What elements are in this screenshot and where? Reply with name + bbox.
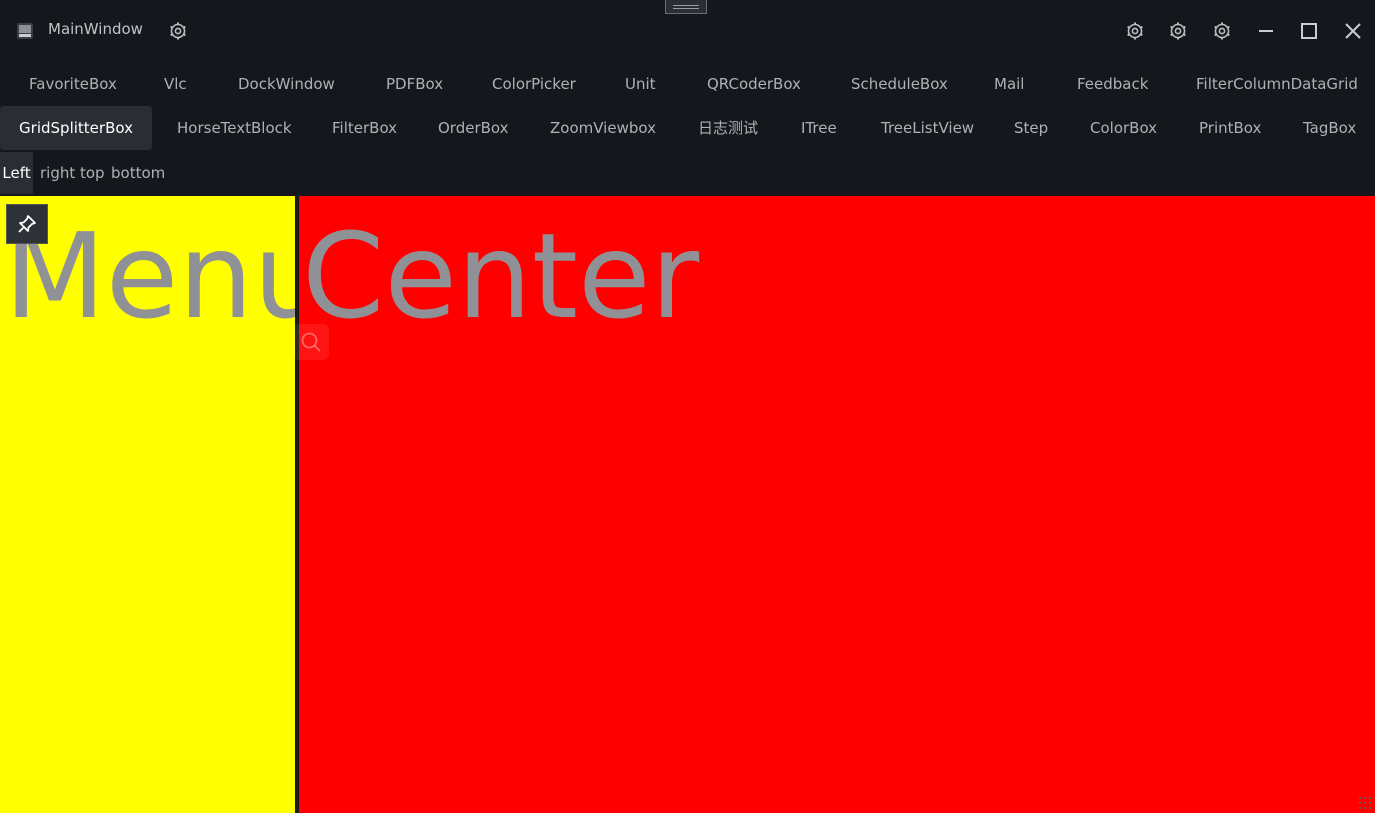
tab-colorbox[interactable]: ColorBox: [1090, 106, 1157, 150]
tab-filterbox[interactable]: FilterBox: [332, 106, 397, 150]
subtab-right[interactable]: right: [40, 152, 75, 194]
app-icon: [17, 23, 33, 39]
tab-vlc[interactable]: Vlc: [164, 62, 187, 106]
subtab-bottom[interactable]: bottom: [111, 152, 165, 194]
tab-schedulebox[interactable]: ScheduleBox: [851, 62, 948, 106]
tab-qrcoderbox[interactable]: QRCoderBox: [707, 62, 801, 106]
grid-splitter-content: Menu Center: [0, 196, 1375, 813]
tab-colorpicker[interactable]: ColorPicker: [492, 62, 576, 106]
search-button[interactable]: [293, 324, 329, 360]
tab-printbox[interactable]: PrintBox: [1199, 106, 1261, 150]
center-label: Center: [302, 207, 700, 345]
options-gear-icon[interactable]: [1211, 20, 1233, 42]
tab-orderbox[interactable]: OrderBox: [438, 106, 509, 150]
window-title: MainWindow: [48, 20, 143, 38]
subtab-left[interactable]: Left: [0, 152, 33, 194]
title-bar: MainWindow: [0, 0, 1375, 62]
color-gear-icon[interactable]: [1167, 20, 1189, 42]
tab-favoritebox[interactable]: FavoriteBox: [29, 62, 117, 106]
tab-feedback[interactable]: Feedback: [1077, 62, 1148, 106]
tab-row-2: GridSplitterBox HorseTextBlock FilterBox…: [0, 106, 1375, 150]
close-icon[interactable]: [1342, 20, 1364, 42]
tab-zoomviewbox[interactable]: ZoomViewbox: [550, 106, 656, 150]
tab-treelistview[interactable]: TreeListView: [881, 106, 974, 150]
tab-horsetextblock[interactable]: HorseTextBlock: [177, 106, 292, 150]
drag-handle[interactable]: [665, 0, 707, 14]
tab-tagbox[interactable]: TagBox: [1303, 106, 1356, 150]
resize-grip-icon[interactable]: [1359, 797, 1371, 809]
tab-dockwindow[interactable]: DockWindow: [238, 62, 335, 106]
subtab-top[interactable]: top: [80, 152, 105, 194]
pin-button[interactable]: [6, 204, 48, 244]
search-icon: [301, 332, 321, 352]
maximize-icon[interactable]: [1298, 20, 1320, 42]
tab-unit[interactable]: Unit: [625, 62, 656, 106]
tab-step[interactable]: Step: [1014, 106, 1048, 150]
tab-itree[interactable]: ITree: [801, 106, 837, 150]
tab-log-test[interactable]: 日志测试: [698, 106, 758, 150]
minimize-icon[interactable]: [1255, 20, 1277, 42]
tab-mail[interactable]: Mail: [994, 62, 1024, 106]
pin-icon: [18, 215, 36, 233]
tab-filtercolumndatagrid[interactable]: FilterColumnDataGrid: [1196, 62, 1358, 106]
tab-row-1: FavoriteBox Vlc DockWindow PDFBox ColorP…: [0, 62, 1375, 106]
theme-gear-icon[interactable]: [1124, 20, 1146, 42]
tab-gridsplitterbox[interactable]: GridSplitterBox: [0, 106, 152, 150]
settings-gear-icon[interactable]: [168, 21, 188, 41]
tab-pdfbox[interactable]: PDFBox: [386, 62, 443, 106]
